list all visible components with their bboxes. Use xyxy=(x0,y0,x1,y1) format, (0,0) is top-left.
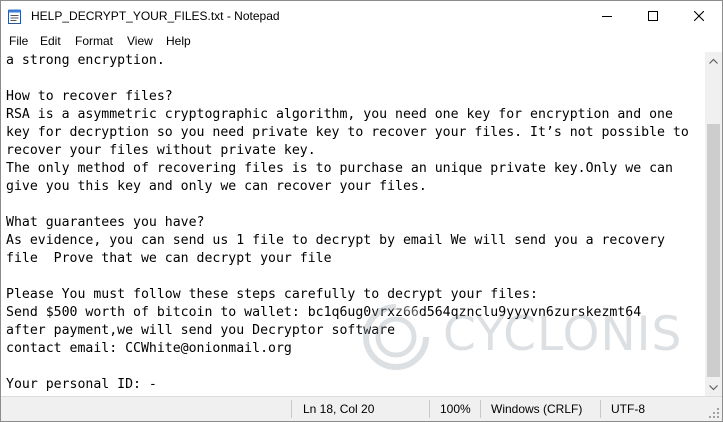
text-line: Send $500 worth of bitcoin to wallet: bc… xyxy=(6,305,642,320)
text-line: recover your files without private key. xyxy=(6,143,316,158)
text-line: How to recover files? xyxy=(6,89,173,104)
line-ending: Windows (CRLF) xyxy=(491,402,583,416)
status-separator xyxy=(429,400,430,418)
scrollbar-thumb[interactable] xyxy=(707,124,720,377)
encoding: UTF-8 xyxy=(611,402,645,416)
chevron-down-icon xyxy=(709,384,718,390)
text-line: key for decryption so you need private k… xyxy=(6,125,689,140)
minimize-icon xyxy=(602,16,612,17)
menu-format[interactable]: Format xyxy=(75,34,113,48)
text-line: give you this key and only we can recove… xyxy=(6,179,427,194)
text-line: file Prove that we can decrypt your file xyxy=(6,251,332,266)
text-line: What guarantees you have? xyxy=(6,215,205,230)
vertical-scrollbar[interactable] xyxy=(705,52,722,396)
menu-view[interactable]: View xyxy=(127,34,153,48)
menu-help[interactable]: Help xyxy=(166,34,191,48)
status-separator xyxy=(291,400,292,418)
zoom-level: 100% xyxy=(440,402,471,416)
notepad-window: HELP_DECRYPT_YOUR_FILES.txt - Notepad Fi… xyxy=(0,0,723,422)
menu-edit[interactable]: Edit xyxy=(40,34,61,48)
text-line: a strong encryption. xyxy=(6,53,165,68)
maximize-icon xyxy=(648,11,658,21)
maximize-button[interactable] xyxy=(630,1,676,31)
text-editor[interactable]: a strong encryption. How to recover file… xyxy=(1,52,705,396)
text-line: Your personal ID: - xyxy=(6,377,157,392)
resize-grip-icon[interactable] xyxy=(709,408,719,418)
chevron-up-icon xyxy=(709,58,718,64)
menu-file[interactable]: File xyxy=(9,34,28,48)
window-title: HELP_DECRYPT_YOUR_FILES.txt - Notepad xyxy=(31,9,280,23)
status-separator xyxy=(600,400,601,418)
text-line: The only method of recovering files is t… xyxy=(6,161,673,176)
text-line: As evidence, you can send us 1 file to d… xyxy=(6,233,665,248)
scroll-down-button[interactable] xyxy=(705,379,722,396)
text-line: contact email: CCWhite@onionmail.org xyxy=(6,341,292,356)
close-button[interactable] xyxy=(676,1,722,31)
menu-bar: File Edit Format View Help xyxy=(1,31,722,52)
minimize-button[interactable] xyxy=(584,1,630,31)
text-line: after payment,we will send you Decryptor… xyxy=(6,323,396,338)
notepad-icon xyxy=(8,9,21,24)
scroll-up-button[interactable] xyxy=(705,52,722,69)
text-line: RSA is a asymmetric cryptographic algori… xyxy=(6,107,673,122)
title-bar[interactable]: HELP_DECRYPT_YOUR_FILES.txt - Notepad xyxy=(1,1,722,31)
text-line: Please You must follow these steps caref… xyxy=(6,287,538,302)
status-bar: Ln 18, Col 20 100% Windows (CRLF) UTF-8 xyxy=(1,396,722,421)
status-separator xyxy=(480,400,481,418)
close-icon xyxy=(694,11,704,21)
cursor-position: Ln 18, Col 20 xyxy=(303,402,375,416)
